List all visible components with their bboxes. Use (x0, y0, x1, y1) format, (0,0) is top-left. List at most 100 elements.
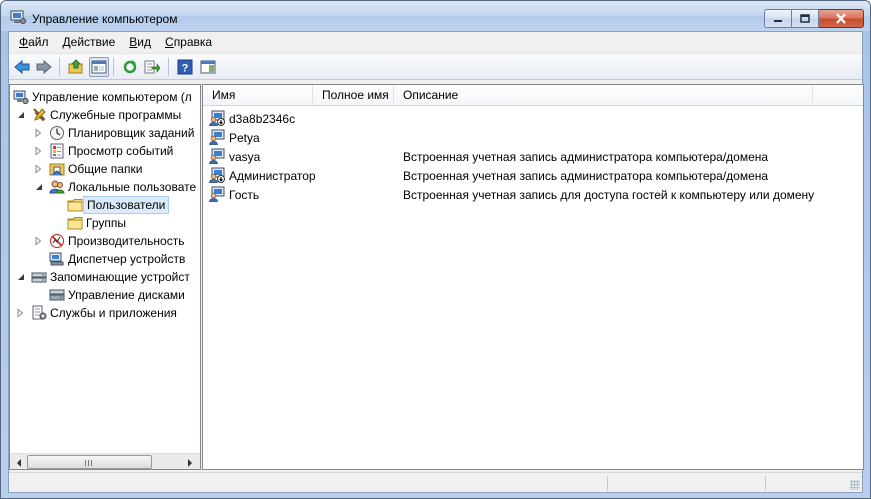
user-description: Встроенная учетная запись администратора… (403, 169, 769, 183)
disabled-user-icon (209, 167, 225, 183)
tree-item-label: Управление дисками (68, 288, 185, 302)
device-manager-icon (49, 252, 64, 266)
local-users-icon (49, 180, 65, 194)
tree-expand-arrow-icon[interactable] (34, 128, 43, 138)
menu-file-label: Файл (19, 35, 49, 49)
folder-icon (67, 199, 83, 212)
action-pane-button[interactable] (198, 57, 218, 77)
menu-file[interactable]: Файл (12, 32, 56, 52)
user-row[interactable]: Petya (203, 128, 863, 147)
user-row[interactable]: vasya Встроенная учетная запись администр… (203, 147, 863, 166)
tree-item[interactable]: Производительность (10, 232, 200, 250)
refresh-button[interactable] (120, 57, 140, 77)
refresh-icon (123, 60, 137, 74)
menu-view[interactable]: Вид (122, 32, 158, 52)
tree-item[interactable]: Службы и приложения (10, 304, 200, 322)
forward-button[interactable] (34, 57, 54, 77)
user-description: Встроенная учетная запись администратора… (403, 150, 769, 164)
toolbar: ? (9, 53, 862, 80)
tree-item[interactable]: Локальные пользовате (10, 178, 200, 196)
help-button[interactable]: ? (175, 57, 195, 77)
maximize-icon (800, 14, 810, 23)
tree-expand-arrow-icon[interactable] (34, 236, 43, 246)
tree-item-label: Локальные пользовате (68, 180, 197, 194)
user-name: Администратор (229, 169, 316, 183)
scroll-left-button[interactable] (11, 455, 27, 469)
column-header-name[interactable]: Имя (203, 85, 313, 106)
up-folder-icon (68, 59, 83, 74)
tree-collapse-arrow-icon[interactable] (16, 110, 25, 120)
tree-horizontal-scrollbar[interactable] (10, 453, 200, 469)
performance-icon (50, 234, 64, 248)
storage-icon (31, 272, 47, 283)
computer-management-icon (10, 10, 26, 24)
tree-item-label: Служебные программы (50, 108, 182, 122)
export-list-button[interactable] (142, 57, 162, 77)
user-row[interactable]: d3a8b2346c (203, 109, 863, 128)
tree-item-label: Диспетчер устройств (68, 252, 186, 266)
tree-item-label: Планировщик заданий (68, 126, 195, 140)
tree-item-label: Группы (86, 216, 126, 230)
toolbar-separator (113, 58, 114, 76)
action-pane-icon (200, 60, 216, 74)
scroll-thumb[interactable] (27, 455, 152, 469)
column-header-full-name[interactable]: Полное имя (313, 85, 394, 106)
user-row[interactable]: Администратор Встроенная учетная запись а… (203, 166, 863, 185)
toolbar-separator (168, 58, 169, 76)
forward-arrow-icon (36, 59, 52, 75)
services-icon (32, 305, 47, 320)
tree-item[interactable]: Запоминающие устройст (10, 268, 200, 286)
export-list-icon (144, 60, 161, 74)
column-header-description[interactable]: Описание (394, 85, 813, 106)
tree-collapse-arrow-icon[interactable] (34, 182, 43, 192)
menu-help-label: Справка (165, 35, 213, 49)
scroll-left-icon (17, 458, 21, 467)
tree-expand-arrow-icon[interactable] (16, 308, 25, 318)
users-list[interactable]: Имя Полное имя Описание d3a8b2346c Petya v… (202, 84, 864, 470)
user-row[interactable]: Гость Встроенная учетная запись для досту… (203, 185, 863, 204)
tree-item[interactable]: Управление дисками (10, 286, 200, 304)
menu-help[interactable]: Справка (158, 32, 219, 52)
tree-expand-arrow-icon[interactable] (34, 164, 43, 174)
tree-item[interactable]: Пользователи (10, 196, 200, 214)
event-viewer-icon (50, 143, 64, 159)
user-icon (209, 186, 225, 202)
tree-item-label: Запоминающие устройст (50, 270, 190, 284)
tree-item-label: Производительность (68, 234, 185, 248)
show-tree-button[interactable] (89, 57, 109, 77)
tree-expand-arrow-icon[interactable] (34, 146, 43, 156)
minimize-button[interactable] (764, 9, 792, 28)
scroll-right-icon (188, 458, 192, 467)
title-bar[interactable]: Управление компьютером (1, 1, 870, 31)
tree-item[interactable]: Группы (10, 214, 200, 232)
navigation-tree[interactable]: Управление компьютером (л Служебные прогр… (9, 84, 201, 470)
resize-grip[interactable] (850, 480, 860, 490)
computer-management-icon (13, 90, 29, 105)
close-button[interactable] (819, 9, 864, 28)
up-button[interactable] (66, 57, 86, 77)
menu-view-label: Вид (129, 35, 152, 49)
user-icon (209, 129, 225, 145)
tree-collapse-arrow-icon[interactable] (16, 272, 25, 282)
tools-icon (33, 108, 46, 122)
task-scheduler-icon (50, 126, 64, 140)
user-name: Гость (229, 188, 260, 202)
tree-item[interactable]: Общие папки (10, 160, 200, 178)
list-header: Имя Полное имя Описание (203, 85, 863, 106)
show-tree-icon (91, 60, 107, 74)
user-name: d3a8b2346c (229, 112, 296, 126)
status-separator (607, 476, 608, 491)
menu-action[interactable]: Действие (56, 32, 123, 52)
tree-item[interactable]: Управление компьютером (л (10, 88, 200, 106)
back-button[interactable] (12, 57, 32, 77)
status-bar (9, 472, 862, 492)
disabled-user-icon (209, 110, 225, 126)
tree-item[interactable]: Диспетчер устройств (10, 250, 200, 268)
scroll-right-button[interactable] (182, 455, 198, 469)
tree-item[interactable]: Планировщик заданий (10, 124, 200, 142)
maximize-button[interactable] (792, 9, 819, 28)
tree-item[interactable]: Просмотр событий (10, 142, 200, 160)
menu-action-label: Действие (62, 35, 116, 49)
tree-item[interactable]: Служебные программы (10, 106, 200, 124)
disk-management-icon (49, 289, 65, 301)
